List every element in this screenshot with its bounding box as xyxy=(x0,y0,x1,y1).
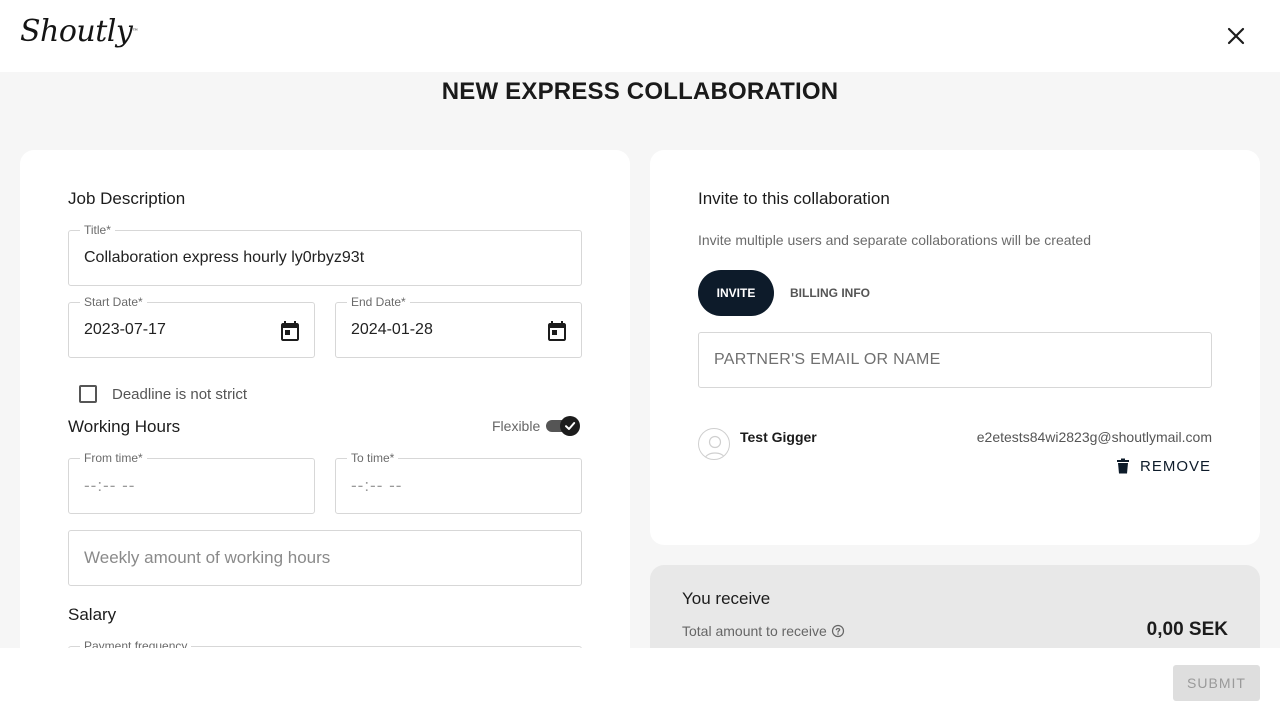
to-time-field[interactable]: To time* --:-- -- xyxy=(335,451,582,514)
from-time-field[interactable]: From time* --:-- -- xyxy=(68,451,315,514)
invited-user-email: e2etests84wi2823g@shoutlymail.com xyxy=(976,429,1212,445)
remove-label: REMOVE xyxy=(1140,457,1212,475)
receive-heading: You receive xyxy=(682,589,771,608)
tab-billing-info[interactable]: BILLING INFO xyxy=(790,270,870,316)
deadline-label: Deadline is not strict xyxy=(112,386,248,403)
total-amount-row: Total amount to receive xyxy=(682,623,845,639)
partner-search-input[interactable]: PARTNER'S EMAIL OR NAME xyxy=(698,332,1212,388)
working-hours-heading: Working Hours xyxy=(68,417,181,436)
check-icon xyxy=(565,422,576,430)
salary-heading: Salary xyxy=(68,605,117,624)
job-form-card: Job Description Title* Collaboration exp… xyxy=(20,150,630,670)
invite-card: Invite to this collaboration Invite mult… xyxy=(650,150,1260,545)
title-value: Collaboration express hourly ly0rbyz93t xyxy=(84,249,365,266)
total-amount-value: 0,00 SEK xyxy=(1146,619,1228,640)
avatar xyxy=(698,428,730,460)
flexible-label: Flexible xyxy=(492,418,541,434)
top-bar: Shoutly™ xyxy=(0,0,1280,72)
job-description-heading: Job Description xyxy=(68,189,186,208)
flexible-toggle[interactable] xyxy=(544,415,582,437)
end-date-field[interactable]: End Date* 2024-01-28 xyxy=(335,295,582,358)
deadline-checkbox[interactable] xyxy=(79,385,97,403)
close-button[interactable] xyxy=(1222,22,1250,50)
partner-search-placeholder: PARTNER'S EMAIL OR NAME xyxy=(714,351,941,368)
weekly-hours-placeholder: Weekly amount of working hours xyxy=(84,548,331,567)
from-time-placeholder: --:-- -- xyxy=(84,476,136,495)
start-date-field[interactable]: Start Date* 2023-07-17 xyxy=(68,295,315,358)
logo-text: Shoutly xyxy=(20,14,133,49)
help-icon[interactable] xyxy=(831,624,845,638)
page-title: NEW EXPRESS COLLABORATION xyxy=(441,78,839,105)
user-avatar-icon xyxy=(704,435,726,459)
invited-user-name: Test Gigger xyxy=(740,429,817,445)
invite-heading: Invite to this collaboration xyxy=(698,189,890,208)
end-date-value: 2024-01-28 xyxy=(351,321,433,338)
tab-invite[interactable]: INVITE xyxy=(698,270,774,316)
weekly-hours-field[interactable]: Weekly amount of working hours xyxy=(68,530,582,586)
title-field[interactable]: Title* Collaboration express hourly ly0r… xyxy=(68,223,582,286)
invite-subtitle: Invite multiple users and separate colla… xyxy=(698,232,1091,248)
toggle-knob xyxy=(560,416,580,436)
to-time-placeholder: --:-- -- xyxy=(351,476,403,495)
trash-icon xyxy=(1117,458,1129,474)
close-icon xyxy=(1227,27,1245,45)
remove-user-button[interactable]: REMOVE xyxy=(1116,454,1211,478)
shoutly-logo[interactable]: Shoutly™ xyxy=(20,14,138,49)
start-date-value: 2023-07-17 xyxy=(84,321,166,338)
calendar-icon[interactable] xyxy=(545,319,569,343)
bottom-bar: SUBMIT xyxy=(0,648,1280,720)
submit-button[interactable]: SUBMIT xyxy=(1173,665,1260,701)
calendar-icon[interactable] xyxy=(278,319,302,343)
logo-trademark: ™ xyxy=(132,28,138,35)
total-amount-label: Total amount to receive xyxy=(682,623,827,639)
